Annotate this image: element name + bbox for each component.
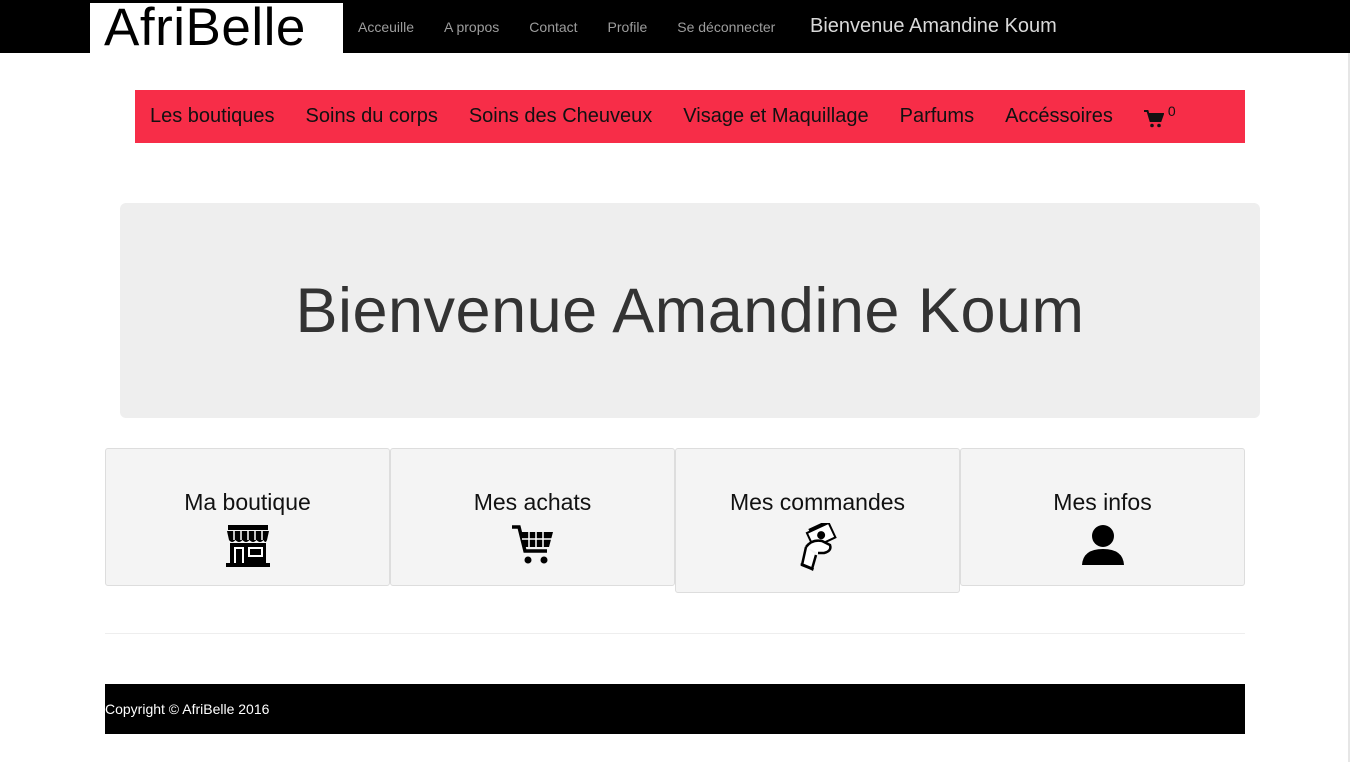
brand-logo[interactable]: AfriBelle — [90, 3, 343, 53]
nav-link-a-propos[interactable]: A propos — [444, 19, 499, 35]
category-visage-maquillage[interactable]: Visage et Maquillage — [683, 105, 868, 128]
divider — [105, 633, 1245, 634]
storefront-icon — [225, 525, 270, 567]
cart-icon — [1143, 110, 1164, 128]
cart-link[interactable]: 0 — [1143, 103, 1176, 128]
category-accessoires[interactable]: Accéssoires — [1005, 105, 1113, 128]
category-soins-des-cheuveux[interactable]: Soins des Cheuveux — [469, 105, 652, 128]
category-soins-du-corps[interactable]: Soins du corps — [306, 105, 438, 128]
card-ma-boutique[interactable]: Ma boutique — [105, 448, 390, 586]
shopping-cart-icon — [511, 525, 553, 564]
nav-link-acceuille[interactable]: Acceuille — [358, 19, 414, 35]
footer: Copyright © AfriBelle 2016 — [105, 684, 1245, 734]
card-mes-achats[interactable]: Mes achats — [390, 448, 675, 586]
nav-link-logout[interactable]: Se déconnecter — [677, 19, 775, 35]
category-navbar: Les boutiques Soins du corps Soins des C… — [135, 90, 1245, 143]
card-title: Mes achats — [473, 489, 592, 515]
card-title: Ma boutique — [184, 489, 311, 515]
nav-link-contact[interactable]: Contact — [529, 19, 577, 35]
top-navbar: AfriBelle Acceuille A propos Contact Pro… — [0, 0, 1350, 53]
copyright-text: Copyright © AfriBelle 2016 — [105, 701, 270, 717]
card-title: Mes infos — [1053, 489, 1152, 515]
card-mes-commandes[interactable]: Mes commandes — [675, 448, 960, 593]
top-nav-links: Acceuille A propos Contact Profile Se dé… — [343, 0, 790, 53]
card-mes-infos[interactable]: Mes infos — [960, 448, 1245, 586]
welcome-jumbotron: Bienvenue Amandine Koum — [120, 203, 1260, 418]
user-icon — [1081, 525, 1124, 565]
card-title: Mes commandes — [729, 489, 906, 515]
category-les-boutiques[interactable]: Les boutiques — [150, 105, 275, 128]
hand-money-icon — [799, 523, 837, 571]
nav-link-profile[interactable]: Profile — [608, 19, 648, 35]
welcome-heading: Bienvenue Amandine Koum — [295, 275, 1085, 346]
welcome-user-text: Bienvenue Amandine Koum — [810, 15, 1057, 37]
category-parfums[interactable]: Parfums — [900, 105, 974, 128]
cart-count-badge: 0 — [1167, 103, 1176, 119]
